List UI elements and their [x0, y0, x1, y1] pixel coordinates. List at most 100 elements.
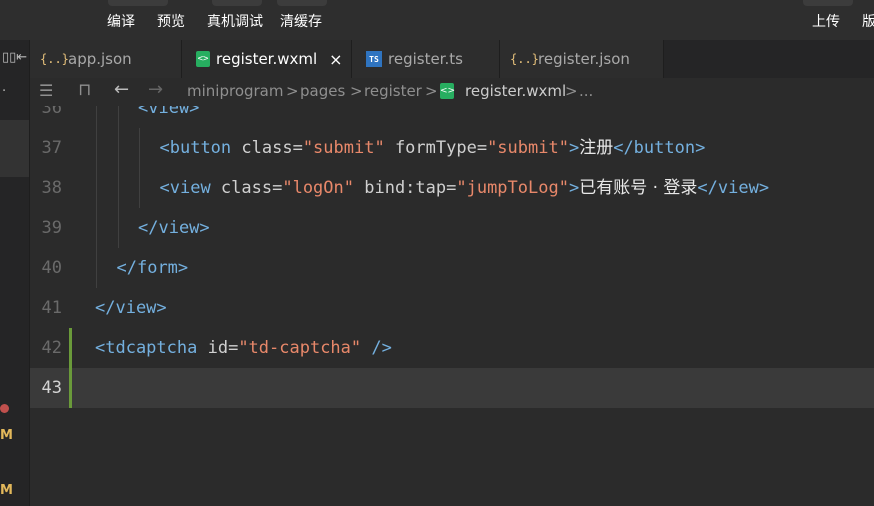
- top-toolbar: 编译 预览 真机调试 清缓存 上传 版: [0, 0, 874, 40]
- clear-cache-button[interactable]: 清缓存: [280, 13, 322, 31]
- tab-register-json[interactable]: {..} register.json: [500, 40, 664, 78]
- breadcrumb-item[interactable]: pages: [300, 82, 345, 100]
- compile-button[interactable]: 编译: [107, 13, 135, 31]
- line-number: 42: [41, 338, 62, 358]
- indent-guide: [139, 168, 140, 208]
- tab-label: register.ts: [388, 50, 463, 68]
- indent-guide: [117, 128, 119, 168]
- token-tag: />: [361, 338, 392, 358]
- code-text: </form>: [117, 248, 189, 288]
- token-txt: 注册: [579, 138, 614, 158]
- indent-guide: [96, 208, 97, 248]
- code-editor[interactable]: 36 <view> 37 <button class="submit" formTyp…: [30, 106, 874, 506]
- code-text: <button class="submit" formType="submit"…: [160, 128, 706, 168]
- token-str: "logOn": [282, 178, 354, 198]
- modified-marker: M: [0, 428, 13, 443]
- token-tag: >: [568, 178, 580, 198]
- upload-icon[interactable]: [803, 0, 853, 6]
- tab-label: register.json: [538, 50, 630, 68]
- indent-guide: [96, 106, 97, 128]
- code-line[interactable]: 39 </view>: [30, 208, 874, 248]
- dot-icon: ·: [2, 84, 7, 99]
- line-number: 41: [41, 298, 62, 318]
- explorer-strip: ▯▯⇤ · M M: [0, 40, 30, 506]
- tab-register-ts[interactable]: TS register.ts: [352, 40, 500, 78]
- line-number: 37: [41, 138, 62, 158]
- token-tag: </button>: [613, 138, 706, 158]
- code-line[interactable]: 43: [30, 368, 874, 408]
- token-tag: </view>: [138, 218, 210, 238]
- code-text: <view>: [138, 106, 199, 128]
- token-tag: </view>: [95, 298, 167, 318]
- token-str: "jumpToLog": [456, 178, 569, 198]
- code-line[interactable]: 42 <tdcaptcha id="td-captcha" />: [30, 328, 874, 368]
- wxml-file-icon: <>: [440, 83, 455, 99]
- breadcrumb-separator: >: [286, 82, 299, 100]
- compile-icon[interactable]: [108, 0, 168, 6]
- token-str: "submit": [302, 138, 385, 158]
- line-number: 43: [41, 378, 62, 398]
- token-tag: <view>: [138, 106, 200, 118]
- real-device-icon[interactable]: [212, 0, 262, 6]
- modified-marker: M: [0, 483, 13, 498]
- indent-guide: [117, 208, 119, 248]
- tab-app-json[interactable]: {..} app.json: [30, 40, 182, 78]
- json-braces-icon: {..}: [40, 52, 69, 66]
- wxml-file-icon: <>: [196, 51, 210, 67]
- split-panel-icon[interactable]: ▯▯⇤: [2, 50, 27, 65]
- breadcrumb-item[interactable]: register.wxml: [465, 82, 566, 100]
- token-txt: 已有账号 · 登录: [579, 178, 698, 198]
- breadcrumb: ☰ ⊓ ← → miniprogram > pages > register >…: [30, 78, 874, 106]
- code-text: </view>: [95, 288, 167, 328]
- indent-guide: [139, 128, 140, 168]
- selected-file-highlight[interactable]: [0, 120, 29, 177]
- token-attr: id=: [207, 338, 239, 358]
- breadcrumb-item[interactable]: ...: [579, 82, 593, 100]
- breadcrumb-separator: >: [425, 82, 438, 100]
- breadcrumb-item[interactable]: register: [364, 82, 422, 100]
- token-tag: >: [568, 138, 580, 158]
- code-line[interactable]: 41 </view>: [30, 288, 874, 328]
- forward-arrow-icon[interactable]: →: [148, 79, 163, 100]
- code-line[interactable]: 36 <view>: [30, 106, 874, 128]
- json-braces-icon: {..}: [510, 52, 539, 66]
- clear-cache-icon[interactable]: [277, 0, 327, 6]
- tab-label: app.json: [68, 50, 132, 68]
- indent-guide: [117, 106, 119, 128]
- upload-button[interactable]: 上传: [812, 13, 840, 31]
- code-line[interactable]: 38 <view class="logOn" bind:tap="jumpToLo…: [30, 168, 874, 208]
- tab-register-wxml[interactable]: <> register.wxml ×: [182, 40, 352, 78]
- indent-guide: [117, 168, 119, 208]
- bookmark-icon[interactable]: ⊓: [78, 80, 91, 100]
- line-number: 36: [41, 106, 62, 118]
- token-tag: </view>: [697, 178, 770, 198]
- token-attr: bind:tap=: [354, 178, 457, 198]
- token-tag: </form>: [116, 258, 189, 278]
- git-added-marker: [69, 328, 72, 408]
- line-number: 38: [41, 178, 62, 198]
- token-attr: class=: [241, 138, 303, 158]
- line-number: 40: [41, 258, 62, 278]
- token-attr: formType=: [384, 138, 488, 158]
- editor-tabs: {..} app.json <> register.wxml × TS regi…: [30, 40, 874, 78]
- unsaved-dot-icon: [0, 404, 9, 413]
- code-text: </view>: [138, 208, 210, 248]
- token-tag: <view: [159, 178, 221, 198]
- token-str: "submit": [487, 138, 569, 158]
- back-arrow-icon[interactable]: ←: [114, 79, 129, 100]
- breadcrumb-separator: >: [350, 82, 363, 100]
- token-tag: <button: [159, 138, 242, 158]
- real-device-debug-button[interactable]: 真机调试: [207, 13, 263, 31]
- code-line[interactable]: 40 </form>: [30, 248, 874, 288]
- token-attr: class=: [220, 178, 283, 198]
- version-button[interactable]: 版: [862, 13, 874, 31]
- code-text: <tdcaptcha id="td-captcha" />: [95, 328, 392, 368]
- preview-button[interactable]: 预览: [157, 13, 185, 31]
- close-tab-icon[interactable]: ×: [329, 50, 342, 69]
- indent-guide: [96, 128, 97, 168]
- typescript-file-icon: TS: [366, 51, 382, 67]
- breadcrumb-item[interactable]: miniprogram: [187, 82, 283, 100]
- code-text: <view class="logOn" bind:tap="jumpToLog"…: [160, 168, 770, 208]
- outline-list-icon[interactable]: ☰: [39, 81, 53, 100]
- code-line[interactable]: 37 <button class="submit" formType="submi…: [30, 128, 874, 168]
